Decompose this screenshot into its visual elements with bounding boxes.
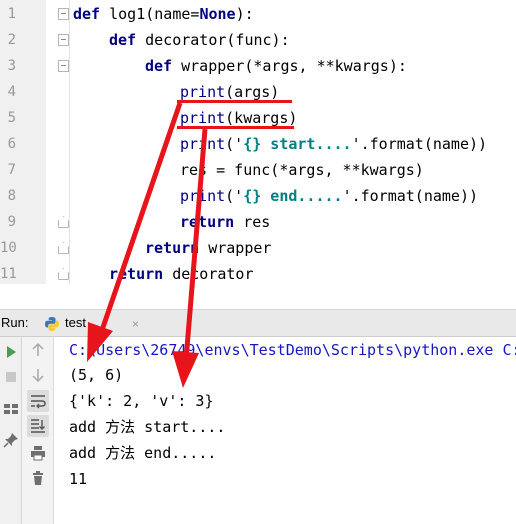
line-number: 6 — [7, 136, 16, 152]
code-token: '.format(name)) — [342, 187, 479, 205]
console-line: add 方法 start.... — [69, 418, 226, 436]
fold-end-icon[interactable] — [58, 216, 69, 228]
code-editor[interactable]: 1 def log1(name=None): 2 def decorator(f… — [0, 0, 516, 284]
fold-toggle-icon[interactable] — [58, 8, 69, 20]
run-toolbar-primary — [0, 337, 22, 524]
annotation-underline — [177, 100, 292, 103]
console-line: 11 — [69, 470, 88, 488]
code-token: {} start.... — [243, 135, 352, 153]
code-text: return wrapper — [145, 235, 271, 261]
code-token: return — [180, 213, 244, 231]
run-panel-label: Run: — [1, 315, 29, 330]
code-line-2: 2 def decorator(func): — [0, 27, 516, 53]
stop-icon[interactable] — [3, 369, 19, 385]
code-line-8: 8 print('{} end.....'.format(name)) — [0, 183, 516, 209]
code-token: decorator(func): — [145, 31, 290, 49]
line-number: 8 — [7, 188, 16, 204]
code-token: return — [145, 239, 209, 257]
code-text: def decorator(func): — [109, 27, 290, 53]
console-line: add 方法 end..... — [69, 444, 217, 462]
code-text: print('{} end.....'.format(name)) — [180, 183, 478, 209]
code-token: (kwargs) — [225, 109, 298, 127]
code-line-7: 7 res = func(*args, **kwargs) — [0, 157, 516, 183]
code-text: def wrapper(*args, **kwargs): — [145, 53, 407, 79]
annotation-underline — [177, 126, 294, 129]
line-number: 9 — [7, 214, 16, 230]
line-number: 4 — [7, 84, 16, 100]
code-token: return — [109, 265, 173, 283]
run-toolbar-secondary — [22, 337, 54, 524]
tab-test[interactable]: test × — [38, 310, 139, 337]
trash-icon[interactable] — [30, 470, 46, 486]
code-token: def — [73, 5, 110, 23]
scroll-to-end-icon[interactable] — [30, 418, 46, 434]
tab-label: test — [65, 315, 86, 330]
code-token: {} end..... — [243, 187, 343, 205]
run-panel-header: Run: test × — [0, 309, 516, 337]
console-line: {'k': 2, 'v': 3} — [69, 392, 214, 410]
code-text: res = func(*args, **kwargs) — [180, 157, 424, 183]
code-line-3: 3 def wrapper(*args, **kwargs): — [0, 53, 516, 79]
line-number: 7 — [7, 162, 16, 178]
code-text: return res — [180, 209, 270, 235]
code-token: decorator — [172, 265, 254, 283]
code-line-11: 11 return decorator — [0, 261, 516, 284]
code-text: return decorator — [109, 261, 254, 284]
code-text: print('{} start....'.format(name)) — [180, 131, 487, 157]
code-token: res — [243, 213, 271, 231]
code-line-6: 6 print('{} start....'.format(name)) — [0, 131, 516, 157]
fold-end-icon[interactable] — [58, 268, 69, 280]
code-token: print — [180, 187, 226, 205]
code-token: print — [180, 83, 226, 101]
code-token: None — [199, 5, 236, 23]
line-number: 2 — [7, 32, 16, 48]
panel-divider — [0, 284, 516, 309]
code-token: log1(name= — [109, 5, 200, 23]
code-token: '.format(name)) — [351, 135, 488, 153]
code-token: def — [145, 57, 182, 75]
code-token: (' — [225, 135, 244, 153]
python-icon — [45, 317, 59, 331]
print-icon[interactable] — [30, 445, 46, 461]
line-number: 5 — [7, 110, 16, 126]
code-token: print — [180, 109, 226, 127]
pin-icon[interactable] — [3, 432, 19, 448]
fold-toggle-icon[interactable] — [58, 34, 69, 46]
code-text: def log1(name=None): — [73, 1, 254, 27]
soft-wrap-icon[interactable] — [30, 393, 46, 409]
code-token: ): — [235, 5, 254, 23]
line-number: 3 — [7, 58, 16, 74]
run-icon[interactable] — [3, 344, 19, 360]
code-token: wrapper — [208, 239, 272, 257]
code-line-1: 1 def log1(name=None): — [0, 1, 516, 27]
code-token: print — [180, 135, 226, 153]
line-number: 11 — [0, 266, 17, 282]
close-icon[interactable]: × — [132, 317, 139, 331]
code-token: (args) — [225, 83, 280, 101]
code-line-9: 9 return res — [0, 209, 516, 235]
layout-icon[interactable] — [3, 401, 19, 417]
fold-end-icon[interactable] — [58, 242, 69, 254]
line-number: 1 — [7, 6, 16, 22]
console-output[interactable]: C:\Users\26749\envs\TestDemo\Scripts\pyt… — [54, 337, 516, 524]
scroll-down-icon[interactable] — [30, 367, 46, 383]
fold-toggle-icon[interactable] — [58, 60, 69, 72]
code-token: res = func(*args, **kwargs) — [180, 161, 424, 179]
code-token: (' — [225, 187, 244, 205]
scroll-up-icon[interactable] — [30, 342, 46, 358]
console-line: C:\Users\26749\envs\TestDemo\Scripts\pyt… — [69, 341, 516, 359]
code-token: wrapper(*args, **kwargs): — [181, 57, 407, 75]
console-line: (5, 6) — [69, 366, 124, 384]
line-number: 10 — [0, 240, 17, 256]
code-line-10: 10 return wrapper — [0, 235, 516, 261]
code-token: def — [109, 31, 146, 49]
